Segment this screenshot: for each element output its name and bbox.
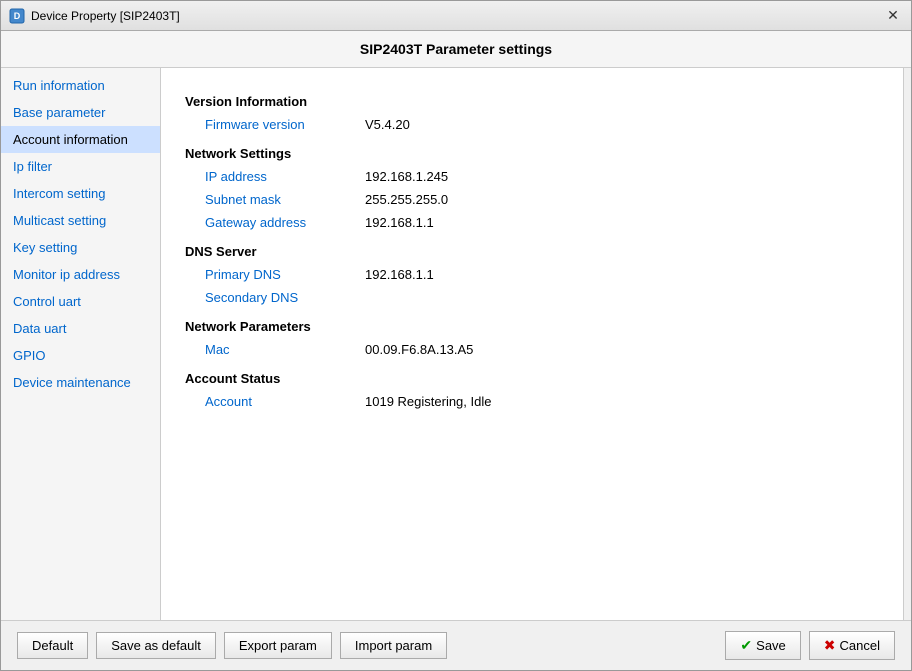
section-heading-network-parameters: Network Parameters xyxy=(185,319,879,334)
section-heading-account-status: Account Status xyxy=(185,371,879,386)
main-window: D Device Property [SIP2403T] ✕ SIP2403T … xyxy=(0,0,912,671)
sidebar-item-multicast-setting[interactable]: Multicast setting xyxy=(1,207,160,234)
close-button[interactable]: ✕ xyxy=(883,6,903,26)
param-value: 192.168.1.245 xyxy=(365,169,448,184)
param-value: 192.168.1.1 xyxy=(365,267,434,282)
check-icon: ✔ xyxy=(740,637,752,654)
param-row: Firmware versionV5.4.20 xyxy=(185,113,879,136)
title-bar: D Device Property [SIP2403T] ✕ xyxy=(1,1,911,31)
content-area: Run informationBase parameterAccount inf… xyxy=(1,68,911,620)
param-label: Mac xyxy=(205,342,365,357)
param-row: Account1019 Registering, Idle xyxy=(185,390,879,413)
sidebar-item-intercom-setting[interactable]: Intercom setting xyxy=(1,180,160,207)
dialog-header: SIP2403T Parameter settings xyxy=(1,31,911,68)
main-content: Version Information Firmware versionV5.4.… xyxy=(161,68,903,620)
sidebar-item-account-information[interactable]: Account information xyxy=(1,126,160,153)
save-label: Save xyxy=(756,638,786,653)
footer: Default Save as default Export param Import… xyxy=(1,620,911,670)
scrollbar xyxy=(903,68,911,620)
sidebar-item-gpio[interactable]: GPIO xyxy=(1,342,160,369)
param-label: Subnet mask xyxy=(205,192,365,207)
param-label: Gateway address xyxy=(205,215,365,230)
svg-text:D: D xyxy=(14,11,21,21)
sidebar-item-device-maintenance[interactable]: Device maintenance xyxy=(1,369,160,396)
cancel-button[interactable]: ✖ Cancel xyxy=(809,631,895,660)
param-row: Secondary DNS xyxy=(185,286,879,309)
param-value: 192.168.1.1 xyxy=(365,215,434,230)
sidebar-item-control-uart[interactable]: Control uart xyxy=(1,288,160,315)
param-row: Gateway address192.168.1.1 xyxy=(185,211,879,234)
param-value: 255.255.255.0 xyxy=(365,192,448,207)
param-row: Subnet mask255.255.255.0 xyxy=(185,188,879,211)
sidebar-item-data-uart[interactable]: Data uart xyxy=(1,315,160,342)
title-bar-left: D Device Property [SIP2403T] xyxy=(9,8,180,24)
param-value: 00.09.F6.8A.13.A5 xyxy=(365,342,473,357)
app-icon: D xyxy=(9,8,25,24)
param-row: Primary DNS192.168.1.1 xyxy=(185,263,879,286)
export-param-button[interactable]: Export param xyxy=(224,632,332,659)
sidebar-item-ip-filter[interactable]: Ip filter xyxy=(1,153,160,180)
param-label: Firmware version xyxy=(205,117,365,132)
cancel-label: Cancel xyxy=(840,638,880,653)
section-heading-network-settings: Network Settings xyxy=(185,146,879,161)
sidebar-item-run-information[interactable]: Run information xyxy=(1,72,160,99)
window-title: Device Property [SIP2403T] xyxy=(31,9,180,23)
x-icon: ✖ xyxy=(824,637,836,654)
param-label: IP address xyxy=(205,169,365,184)
sidebar-item-base-parameter[interactable]: Base parameter xyxy=(1,99,160,126)
save-as-default-button[interactable]: Save as default xyxy=(96,632,216,659)
sidebar-item-key-setting[interactable]: Key setting xyxy=(1,234,160,261)
param-row: Mac00.09.F6.8A.13.A5 xyxy=(185,338,879,361)
save-button[interactable]: ✔ Save xyxy=(725,631,800,660)
sidebar: Run informationBase parameterAccount inf… xyxy=(1,68,161,620)
param-label: Account xyxy=(205,394,365,409)
footer-left-buttons: Default Save as default Export param Import… xyxy=(17,632,447,659)
param-value: V5.4.20 xyxy=(365,117,410,132)
sidebar-item-monitor-ip-address[interactable]: Monitor ip address xyxy=(1,261,160,288)
default-button[interactable]: Default xyxy=(17,632,88,659)
import-param-button[interactable]: Import param xyxy=(340,632,447,659)
param-label: Secondary DNS xyxy=(205,290,365,305)
section-heading-dns-server: DNS Server xyxy=(185,244,879,259)
section-heading-version-information: Version Information xyxy=(185,94,879,109)
param-row: IP address192.168.1.245 xyxy=(185,165,879,188)
param-label: Primary DNS xyxy=(205,267,365,282)
footer-right-buttons: ✔ Save ✖ Cancel xyxy=(725,631,895,660)
param-value: 1019 Registering, Idle xyxy=(365,394,491,409)
